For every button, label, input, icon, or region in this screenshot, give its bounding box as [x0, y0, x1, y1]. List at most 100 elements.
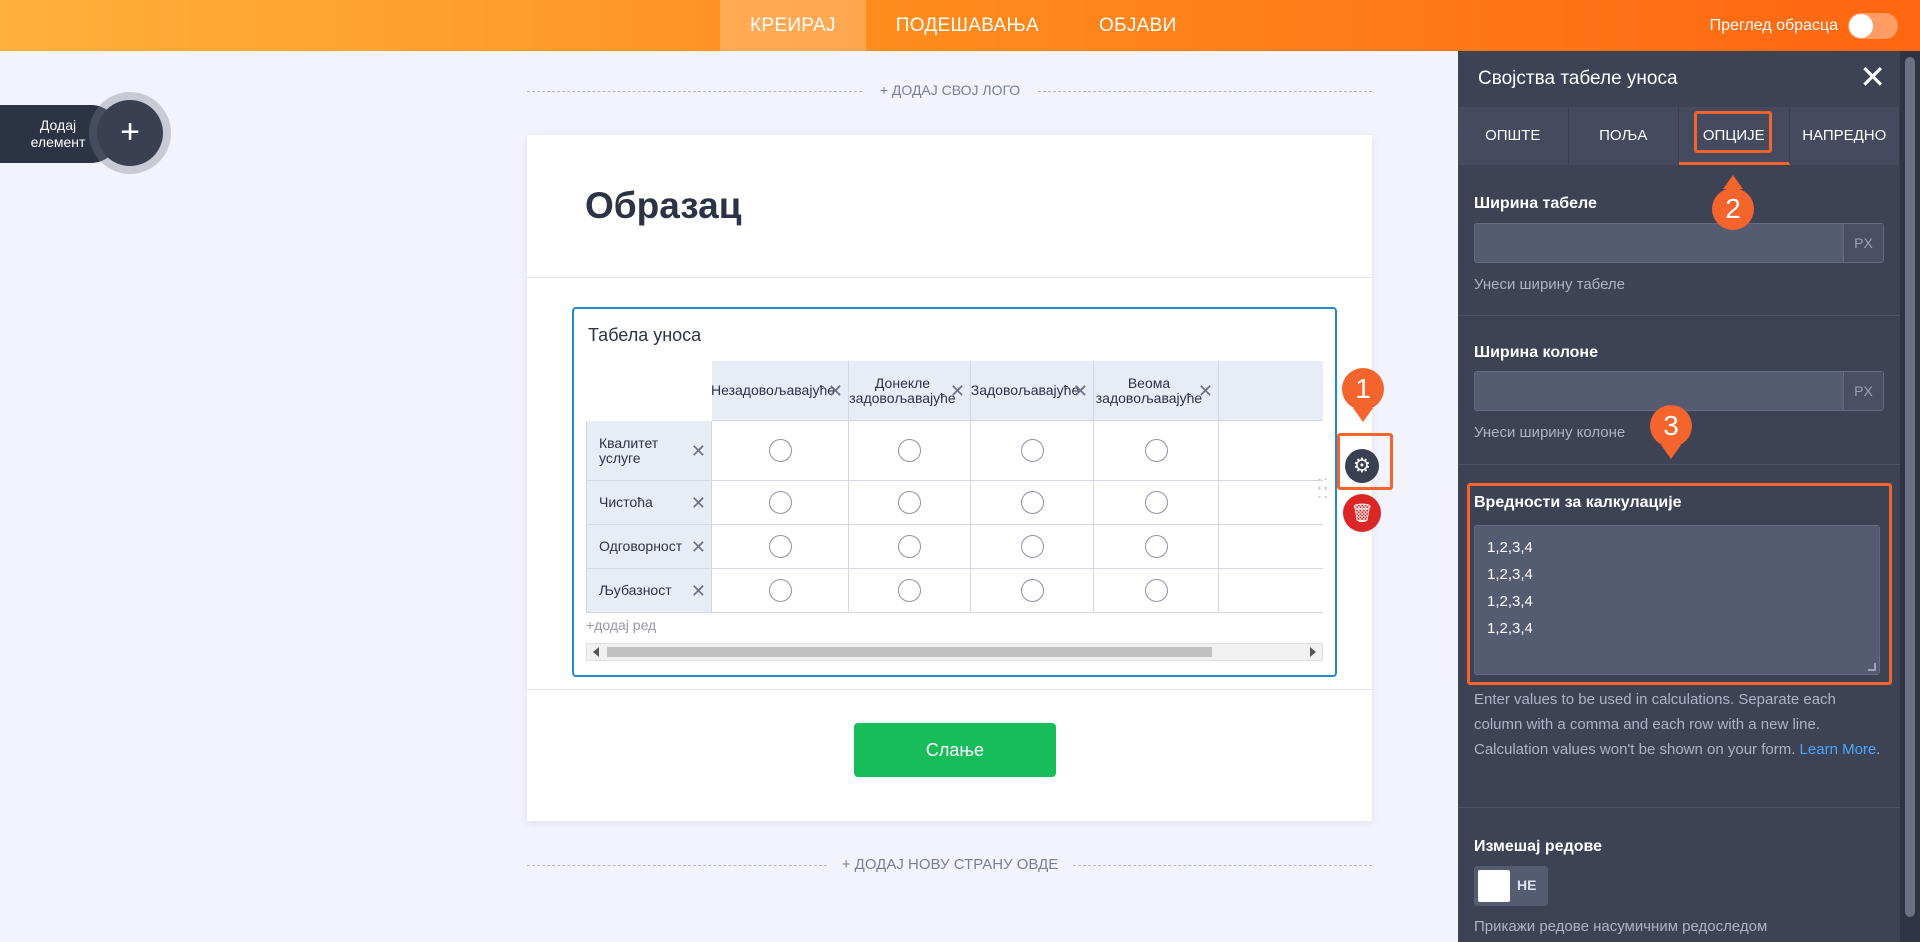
radio-button[interactable]: [1020, 579, 1044, 602]
radio-button[interactable]: [898, 439, 921, 462]
add-row-link[interactable]: +додај ред: [586, 617, 656, 633]
close-icon[interactable]: ✕: [691, 494, 706, 512]
radio-button[interactable]: [768, 439, 792, 462]
toggle-state: НЕ: [1517, 877, 1537, 893]
shuffle-rows-toggle[interactable]: НЕ: [1474, 866, 1548, 906]
table-cell: [1219, 525, 1323, 569]
toggle-knob: [1478, 870, 1510, 902]
plus-icon[interactable]: +: [97, 100, 163, 166]
radio-button[interactable]: [1144, 579, 1168, 602]
top-bar: КРЕИРАЈ ПОДЕШАВАЊА ОБЈАВИ Преглед обрасц…: [0, 0, 1920, 51]
radio-button[interactable]: [898, 579, 921, 602]
trash-icon[interactable]: 🗑: [1343, 494, 1381, 532]
radio-button[interactable]: [1020, 491, 1044, 514]
annotation-pointer: [1353, 408, 1373, 422]
table-cell: [971, 525, 1094, 569]
radio-button[interactable]: [1144, 535, 1168, 558]
highlight-calc-values: [1467, 483, 1892, 685]
toggle-knob: [1849, 13, 1873, 38]
logo-line-right: [1038, 91, 1372, 92]
add-page-link[interactable]: + ДОДАЈ НОВУ СТРАНУ ОВДЕ: [830, 856, 1070, 873]
px-suffix: PX: [1843, 372, 1883, 410]
widget-label[interactable]: Табела уноса: [588, 325, 701, 346]
annotation-badge-2: 2: [1712, 188, 1754, 230]
close-icon[interactable]: ✕: [691, 442, 706, 460]
annotation-badge-1: 1: [1342, 368, 1384, 410]
scroll-left-icon[interactable]: [593, 647, 599, 657]
px-suffix: PX: [1843, 224, 1883, 262]
table-cell: [849, 421, 971, 481]
radio-button[interactable]: [898, 535, 921, 558]
add-logo-link[interactable]: + ДОДАЈ СВОЈ ЛОГО: [870, 82, 1030, 98]
table-cell: [971, 569, 1094, 613]
table-cell: [971, 481, 1094, 525]
tab-fields[interactable]: ПОЉА: [1569, 107, 1679, 165]
table-width-help: Унеси ширину табеле: [1474, 276, 1626, 293]
table-cell: [1094, 569, 1219, 613]
row-header: Одговорност ✕: [586, 525, 712, 569]
calc-help-end: .: [1876, 741, 1881, 758]
radio-button[interactable]: [1020, 535, 1044, 558]
column-header: [1219, 361, 1323, 421]
scrollbar-thumb[interactable]: [607, 647, 1212, 657]
scroll-right-icon[interactable]: [1310, 647, 1316, 657]
column-width-input[interactable]: PX: [1474, 371, 1884, 411]
radio-button[interactable]: [768, 535, 792, 558]
column-header-label: Задовољавајуће: [970, 382, 1080, 398]
panel-header: Својства табеле уноса ✕: [1458, 51, 1900, 107]
form-title[interactable]: Образац: [585, 185, 742, 227]
row-header: Квалитет услуге ✕: [586, 421, 712, 481]
close-icon[interactable]: ✕: [1198, 382, 1213, 400]
close-icon[interactable]: ✕: [691, 582, 706, 600]
column-header-label: Незадовољавајуће: [710, 382, 836, 398]
row-header-label: Квалитет услуге: [599, 434, 659, 466]
horizontal-scrollbar[interactable]: [586, 643, 1323, 661]
radio-button[interactable]: [1144, 491, 1168, 514]
panel-title: Својства табеле уноса: [1478, 68, 1678, 89]
table-cell: [712, 569, 849, 613]
calc-help-text: Enter values to be used in calculations.…: [1474, 691, 1836, 758]
column-header: Веома задовољавајуће ✕: [1094, 361, 1219, 421]
preview-toggle[interactable]: [1848, 12, 1898, 39]
close-icon[interactable]: ✕: [691, 538, 706, 556]
tab-general[interactable]: ОПШТЕ: [1458, 107, 1569, 165]
row-header: Љубазност ✕: [586, 569, 712, 613]
table-cell: [971, 421, 1094, 481]
table-cell: [1094, 421, 1219, 481]
input-table-widget[interactable]: Табела уноса Незадовољавајуће ✕ Донекле …: [572, 307, 1337, 677]
tab-publish[interactable]: ОБЈАВИ: [1069, 0, 1207, 51]
calc-values-help: Enter values to be used in calculations.…: [1474, 687, 1884, 762]
scrollbar-thumb[interactable]: [1905, 57, 1915, 917]
tab-settings[interactable]: ПОДЕШАВАЊА: [866, 0, 1069, 51]
tab-advanced[interactable]: НАПРЕДНО: [1790, 107, 1900, 165]
row-header-label: Љубазност: [599, 582, 672, 598]
table-cell: [849, 525, 971, 569]
radio-button[interactable]: [768, 579, 792, 602]
close-icon[interactable]: ✕: [828, 382, 843, 400]
close-icon[interactable]: ✕: [1859, 61, 1886, 93]
column-header-label: Донекле задовољавајуће: [849, 374, 956, 406]
shuffle-rows-help: Прикажи редове насумичним редоследом: [1474, 918, 1768, 935]
shuffle-rows-title: Измешај редове: [1474, 838, 1603, 855]
divider: [527, 689, 1372, 690]
submit-button[interactable]: Слање: [854, 723, 1056, 777]
table-cell: [849, 481, 971, 525]
radio-button[interactable]: [1144, 439, 1168, 462]
learn-more-link[interactable]: Learn More: [1800, 741, 1877, 758]
radio-button[interactable]: [898, 491, 921, 514]
drag-handle-icon[interactable]: ⁚⁚ ⁚⁚: [1317, 478, 1329, 502]
close-icon[interactable]: ✕: [950, 382, 965, 400]
highlight-gear: [1337, 433, 1393, 490]
column-header: Задовољавајуће ✕: [971, 361, 1094, 421]
table-width-input[interactable]: PX: [1474, 223, 1884, 263]
table-width-title: Ширина табеле: [1474, 195, 1597, 212]
row-header: Чистоћа ✕: [586, 481, 712, 525]
radio-button[interactable]: [768, 491, 792, 514]
panel-scrollbar[interactable]: [1900, 51, 1920, 942]
tab-create[interactable]: КРЕИРАЈ: [720, 0, 866, 51]
column-width-title: Ширина колоне: [1474, 344, 1598, 361]
table-cell: [712, 421, 849, 481]
radio-button[interactable]: [1020, 439, 1044, 462]
close-icon[interactable]: ✕: [1073, 382, 1088, 400]
table-cell: [1219, 481, 1323, 525]
